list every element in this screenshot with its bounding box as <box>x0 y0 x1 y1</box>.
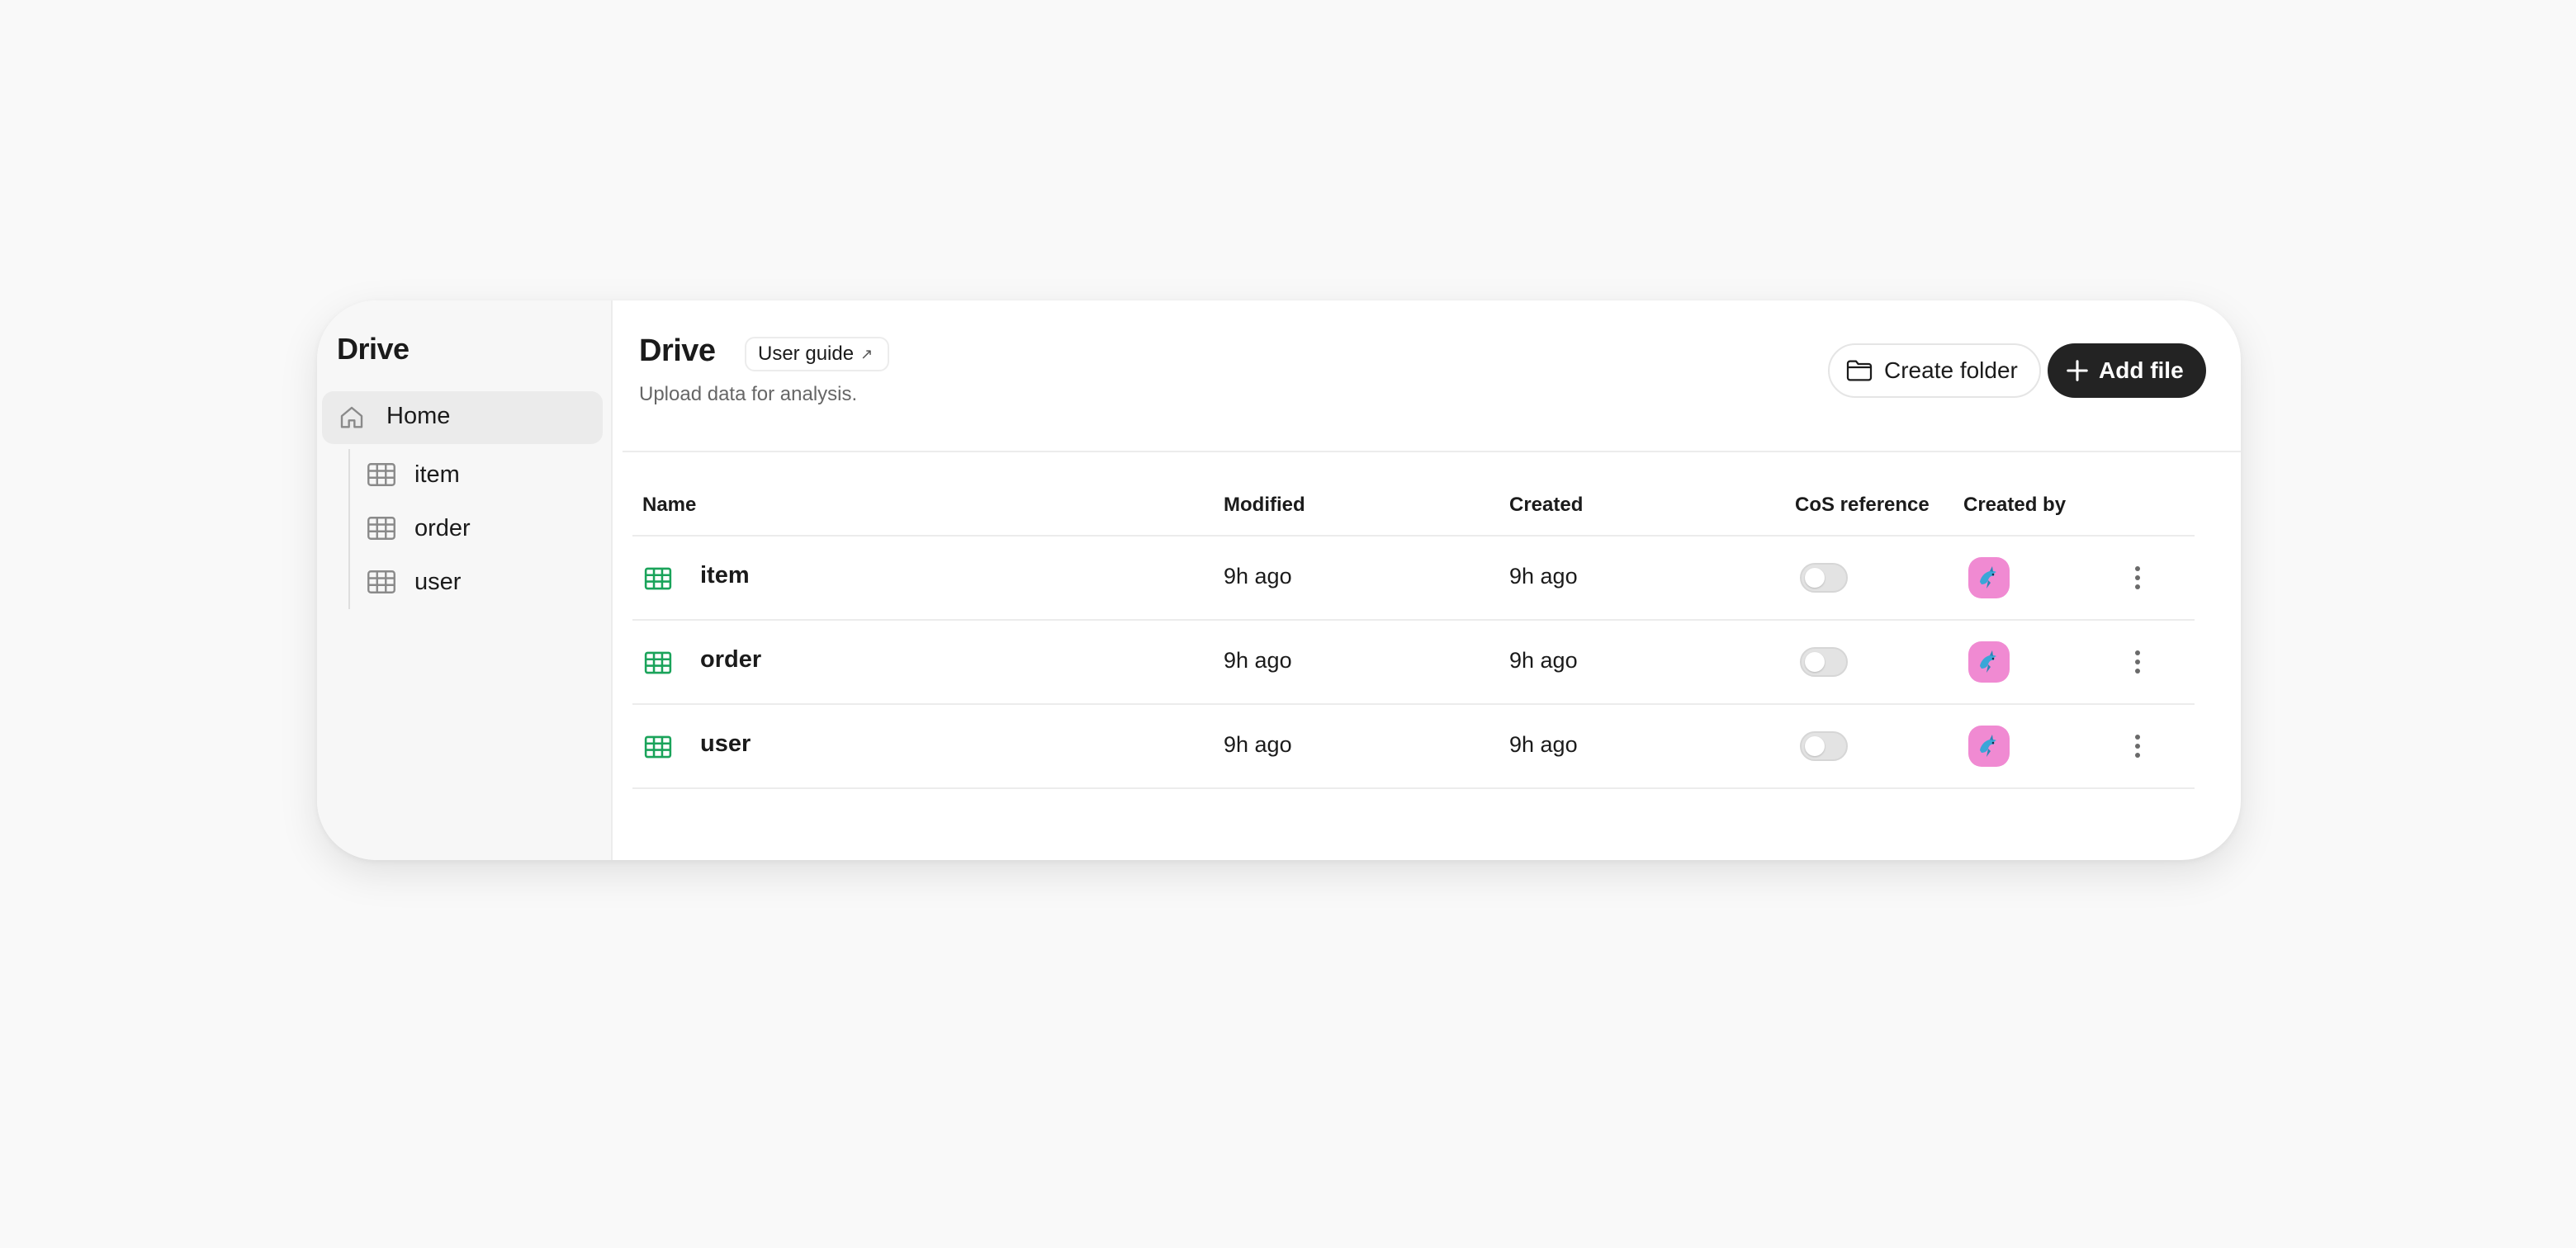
header-divider <box>623 451 2241 452</box>
created-cell: 9h ago <box>1509 564 1578 589</box>
sheet-icon <box>644 567 672 590</box>
more-options-icon[interactable] <box>2125 561 2150 594</box>
sidebar-title: Drive <box>337 332 410 366</box>
sidebar-item-home[interactable]: Home <box>322 391 603 444</box>
user-guide-link[interactable]: User guide ↗ <box>745 337 890 371</box>
main-panel: Drive User guide ↗ Upload data for analy… <box>611 300 2241 860</box>
table-icon <box>367 570 395 593</box>
files-table: Name Modified Created CoS reference Crea… <box>632 484 2195 789</box>
column-header-created-by[interactable]: Created by <box>1963 494 2066 517</box>
page-subtitle: Upload data for analysis. <box>639 383 858 405</box>
column-header-name[interactable]: Name <box>642 494 696 517</box>
drive-window: Drive Home item order user Drive User gu… <box>317 300 2241 860</box>
toggle-knob <box>1805 568 1825 588</box>
modified-cell: 9h ago <box>1224 732 1292 757</box>
dolphin-avatar-icon <box>1980 735 1996 757</box>
table-row[interactable]: order 9h ago 9h ago <box>632 621 2195 705</box>
table-icon <box>367 517 395 540</box>
table-icon <box>367 463 395 486</box>
sidebar-item-user[interactable]: user <box>367 558 598 607</box>
user-guide-label: User guide <box>758 343 855 365</box>
sidebar-item-item[interactable]: item <box>367 451 598 500</box>
avatar <box>1968 726 2010 767</box>
sidebar: Drive Home item order user <box>317 300 613 860</box>
more-options-icon[interactable] <box>2125 730 2150 763</box>
sidebar-item-label: user <box>414 569 462 595</box>
cos-reference-toggle[interactable] <box>1800 647 1848 677</box>
external-link-icon: ↗ <box>860 345 874 362</box>
home-icon <box>340 406 363 428</box>
dolphin-avatar-icon <box>1980 650 1996 673</box>
table-row[interactable]: user 9h ago 9h ago <box>632 705 2195 789</box>
create-folder-button[interactable]: Create folder <box>1828 343 2041 398</box>
cos-reference-toggle[interactable] <box>1800 731 1848 761</box>
file-name[interactable]: item <box>700 562 750 589</box>
modified-cell: 9h ago <box>1224 564 1292 589</box>
add-file-label: Add file <box>2099 357 2184 383</box>
sheet-icon <box>644 735 672 759</box>
sidebar-item-label: Home <box>386 403 451 429</box>
more-options-icon[interactable] <box>2125 645 2150 678</box>
table-header: Name Modified Created CoS reference Crea… <box>632 484 2195 537</box>
created-cell: 9h ago <box>1509 732 1578 757</box>
create-folder-label: Create folder <box>1884 357 2018 383</box>
toggle-knob <box>1805 652 1825 672</box>
plus-icon <box>2067 360 2088 381</box>
folder-icon <box>1846 360 1873 381</box>
file-name[interactable]: order <box>700 646 761 674</box>
cos-reference-toggle[interactable] <box>1800 563 1848 593</box>
table-row[interactable]: item 9h ago 9h ago <box>632 537 2195 621</box>
modified-cell: 9h ago <box>1224 648 1292 673</box>
page-title: Drive <box>639 333 716 368</box>
avatar <box>1968 641 2010 683</box>
sidebar-item-order[interactable]: order <box>367 504 598 554</box>
created-cell: 9h ago <box>1509 648 1578 673</box>
avatar <box>1968 557 2010 598</box>
sidebar-tree: item order user <box>348 449 598 609</box>
sidebar-item-label: order <box>414 515 471 541</box>
dolphin-avatar-icon <box>1980 566 1996 589</box>
column-header-modified[interactable]: Modified <box>1224 494 1305 517</box>
column-header-created[interactable]: Created <box>1509 494 1583 517</box>
sheet-icon <box>644 651 672 674</box>
toggle-knob <box>1805 736 1825 756</box>
sidebar-item-label: item <box>414 461 460 488</box>
add-file-button[interactable]: Add file <box>2048 343 2206 398</box>
column-header-cos-reference[interactable]: CoS reference <box>1795 494 1930 517</box>
file-name[interactable]: user <box>700 730 751 758</box>
